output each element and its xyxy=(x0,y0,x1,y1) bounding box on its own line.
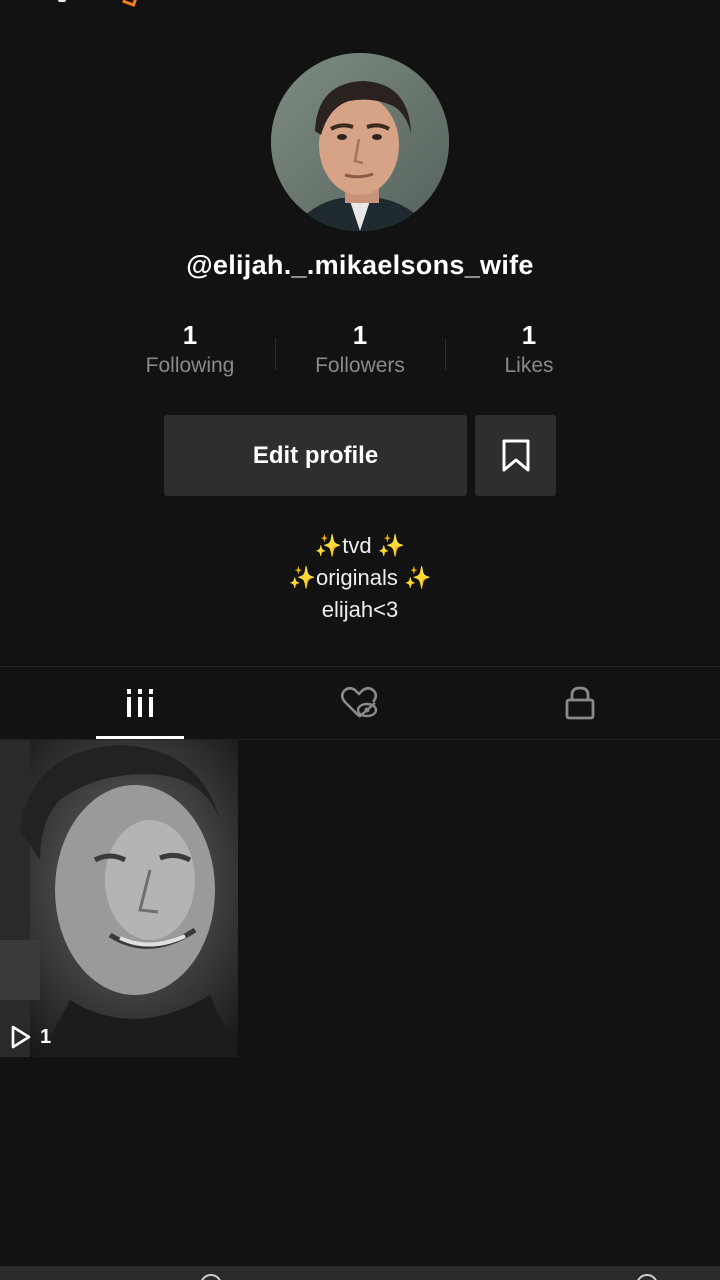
profile-screen: @elijah._.mikaelsons_wife 1 Following 1 … xyxy=(0,0,720,1280)
favorites-button[interactable] xyxy=(475,415,556,496)
tab-private[interactable] xyxy=(460,667,700,739)
system-nav-bar xyxy=(0,1266,720,1280)
following-count: 1 xyxy=(182,320,198,350)
stat-following[interactable]: 1 Following xyxy=(105,318,275,378)
grid-icon xyxy=(127,689,153,717)
tab-liked[interactable] xyxy=(240,667,480,739)
view-count-text: 1 xyxy=(40,1025,52,1048)
video-thumbnail[interactable]: 1 xyxy=(0,740,238,1057)
bio-line: ✨tvd ✨ xyxy=(314,533,406,558)
play-icon xyxy=(11,1025,31,1049)
likes-count: 1 xyxy=(521,320,537,350)
stat-followers[interactable]: 1 Followers xyxy=(275,318,445,378)
followers-count: 1 xyxy=(352,320,368,350)
status-bar-fragment xyxy=(58,0,66,2)
profile-avatar[interactable] xyxy=(271,53,449,231)
bookmark-icon xyxy=(502,439,529,471)
stat-likes[interactable]: 1 Likes xyxy=(444,318,614,378)
video-thumbnail-image xyxy=(0,740,238,1057)
status-bar-orange-fragment xyxy=(122,0,139,7)
following-label: Following xyxy=(145,354,235,377)
profile-username: @elijah._.mikaelsons_wife xyxy=(186,250,534,280)
likes-label: Likes xyxy=(504,354,554,377)
profile-bio: ✨tvd ✨ ✨originals ✨ elijah<3 xyxy=(0,530,720,626)
avatar-photo xyxy=(271,53,449,231)
bio-line: ✨originals ✨ xyxy=(288,565,432,590)
tab-videos[interactable] xyxy=(20,667,260,739)
edit-profile-button[interactable]: Edit profile xyxy=(164,415,467,496)
lock-icon xyxy=(565,686,595,720)
video-view-count: 1 xyxy=(10,1025,51,1049)
followers-label: Followers xyxy=(315,354,405,377)
liked-hidden-icon xyxy=(340,686,378,718)
bio-line: elijah<3 xyxy=(321,597,399,622)
